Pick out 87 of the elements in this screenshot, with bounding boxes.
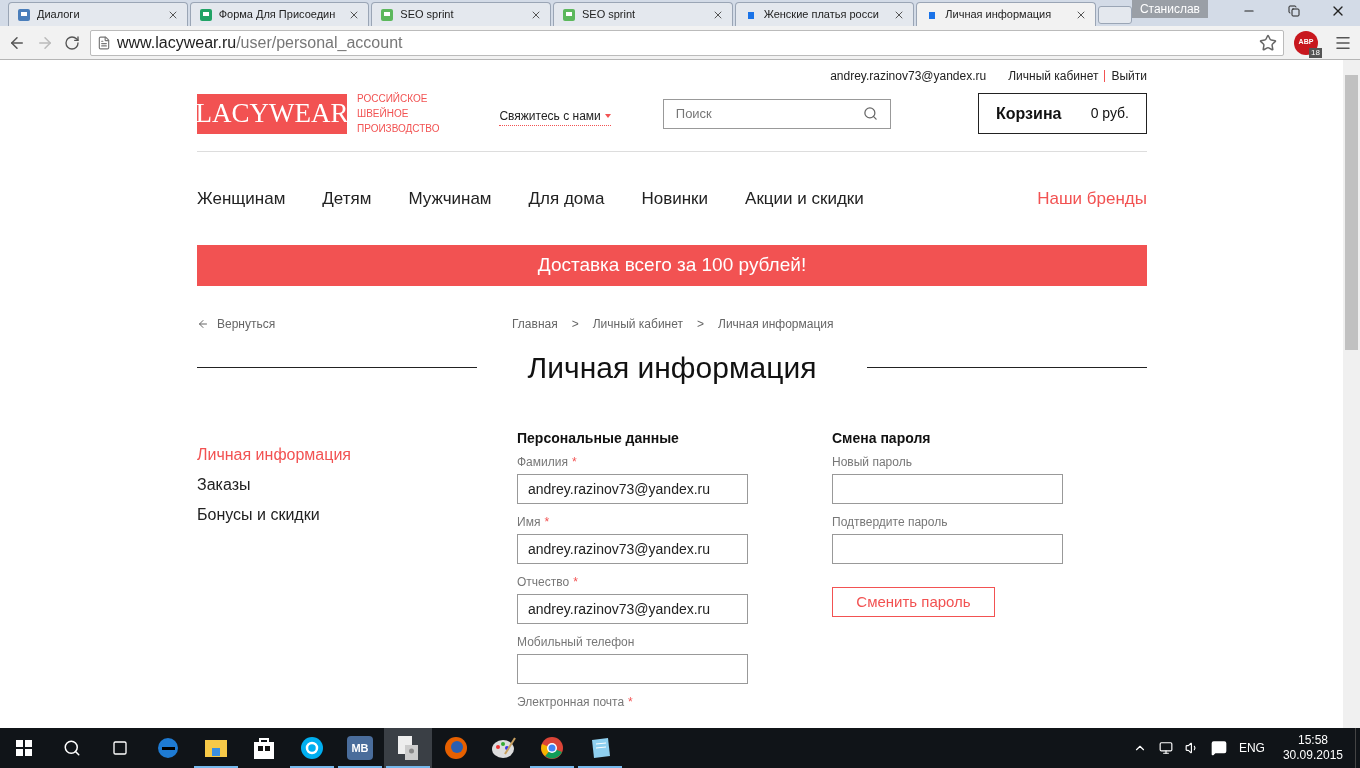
palette-icon bbox=[491, 736, 517, 760]
folder-icon bbox=[204, 737, 228, 759]
breadcrumb-link[interactable]: Личный кабинет bbox=[592, 315, 683, 333]
language-indicator[interactable]: ENG bbox=[1238, 739, 1265, 757]
task-view-icon[interactable] bbox=[112, 740, 128, 756]
required-mark: * bbox=[573, 574, 578, 590]
search-input[interactable]: Поиск bbox=[675, 103, 863, 124]
chrome-icon bbox=[540, 736, 564, 760]
nav-link[interactable]: Новинки bbox=[641, 185, 709, 212]
count-badge: 18 bbox=[1309, 47, 1322, 58]
nav-link[interactable]: Мужчинам bbox=[408, 185, 492, 212]
nav-link[interactable]: Женщинам bbox=[197, 185, 286, 212]
account-link[interactable]: Личный кабинет bbox=[1008, 67, 1099, 85]
contact-dropdown[interactable]: Свяжитесь с нами bbox=[499, 107, 611, 126]
browser-tab[interactable]: Диалоги bbox=[8, 2, 188, 26]
page-icon bbox=[97, 35, 111, 50]
section-heading: Смена пароля bbox=[832, 429, 932, 448]
field-label: Мобильный телефон bbox=[517, 634, 635, 650]
text-input[interactable]: andrey.razinov73@yandex.ru bbox=[517, 534, 748, 564]
tab-title: Женские платья росси bbox=[763, 7, 880, 23]
text-input[interactable]: andrey.razinov73@yandex.ru bbox=[517, 594, 748, 624]
taskbar-app[interactable]: MB bbox=[336, 728, 384, 768]
favicon-icon bbox=[561, 7, 576, 22]
back-arrow-icon bbox=[197, 318, 209, 330]
store-bag-icon bbox=[253, 736, 275, 760]
favicon-icon bbox=[17, 7, 31, 22]
required-mark: * bbox=[544, 514, 550, 530]
field-label: Новый пароль bbox=[832, 454, 913, 471]
address-bar[interactable]: www.lacywear.ru/user/personal_account bbox=[90, 29, 1284, 56]
field-label: Отчество bbox=[517, 574, 570, 590]
browser-tab[interactable]: Форма Для Присоедин bbox=[189, 2, 370, 26]
app-tile: MB bbox=[347, 736, 373, 760]
nav-link[interactable]: Акции и скидки bbox=[745, 185, 864, 212]
taskbar-app[interactable] bbox=[384, 728, 432, 768]
clock[interactable]: 15:58 30.09.2015 bbox=[1282, 733, 1343, 763]
search-field[interactable]: Поиск bbox=[662, 98, 891, 129]
promo-banner: Доставка всего за 100 рублей! bbox=[197, 245, 1147, 286]
cart-button[interactable]: Корзина 0 руб. bbox=[978, 93, 1147, 134]
sidebar-link[interactable]: Бонусы и скидки bbox=[197, 505, 517, 524]
tab-title: SEO sprint bbox=[581, 7, 637, 23]
nav-link[interactable]: Для дома bbox=[528, 185, 605, 212]
tab-title: Диалоги bbox=[37, 7, 81, 23]
nav-link[interactable]: Детям bbox=[322, 185, 372, 212]
windows-logo-icon bbox=[16, 740, 32, 756]
notification-icon[interactable] bbox=[1210, 740, 1227, 756]
page-title: Личная информация bbox=[526, 349, 818, 386]
back-link[interactable]: Вернуться bbox=[197, 315, 512, 333]
url-text: www.lacywear.ru/user/personal_account bbox=[117, 32, 403, 53]
scrollbar[interactable] bbox=[1343, 60, 1360, 728]
tab-title: Форма Для Присоедин bbox=[218, 7, 337, 23]
restore-icon[interactable] bbox=[1288, 5, 1300, 17]
sidebar-link[interactable]: Личная информация bbox=[197, 445, 517, 464]
breadcrumb-link[interactable]: Личная информация bbox=[718, 315, 834, 333]
caret-icon bbox=[604, 114, 611, 118]
password-input[interactable] bbox=[832, 474, 1063, 504]
field-label: Подтвердите пароль bbox=[832, 514, 949, 531]
field-label: Имя bbox=[517, 514, 541, 530]
browser-tab[interactable]: Личная информация bbox=[916, 2, 1096, 26]
breadcrumb-link[interactable]: Главная bbox=[512, 315, 558, 333]
breadcrumb-separator: > bbox=[571, 316, 579, 333]
tab-title: Личная информация bbox=[945, 7, 1053, 23]
search-icon[interactable] bbox=[63, 739, 81, 757]
logout-link[interactable]: Выйти bbox=[1111, 67, 1147, 85]
section-heading: Персональные данные bbox=[517, 429, 680, 448]
logo-tagline: РОССИЙСКОЕ ШВЕЙНОЕ ПРОИЗВОДСТВО bbox=[357, 91, 440, 136]
field-label: Фамилия bbox=[517, 454, 568, 470]
password-input[interactable] bbox=[832, 534, 1063, 564]
cart-total: 0 руб. bbox=[1090, 104, 1129, 123]
favicon-icon bbox=[198, 7, 213, 22]
cart-label: Корзина bbox=[996, 103, 1062, 124]
document-icon bbox=[397, 735, 419, 761]
network-icon[interactable] bbox=[1158, 741, 1173, 755]
field-label: Электронная почта bbox=[517, 694, 625, 710]
sidebar-link[interactable]: Заказы bbox=[197, 475, 517, 494]
text-input[interactable]: andrey.razinov73@yandex.ru bbox=[517, 474, 748, 504]
browser-tab[interactable]: SEO sprint bbox=[371, 2, 551, 26]
reload-icon[interactable] bbox=[64, 34, 80, 51]
required-mark: * bbox=[628, 694, 633, 710]
favicon-icon bbox=[380, 7, 395, 22]
breadcrumb-separator: > bbox=[697, 316, 704, 333]
star-icon[interactable] bbox=[1259, 33, 1277, 52]
tab-title: SEO sprint bbox=[400, 7, 455, 23]
browser-tab[interactable]: Женские платья росси bbox=[734, 2, 915, 26]
browser-tab[interactable]: SEO sprint bbox=[552, 2, 733, 26]
required-mark: * bbox=[571, 454, 577, 470]
user-email: andrey.razinov73@yandex.ru bbox=[830, 68, 987, 85]
text-input[interactable] bbox=[517, 654, 748, 684]
